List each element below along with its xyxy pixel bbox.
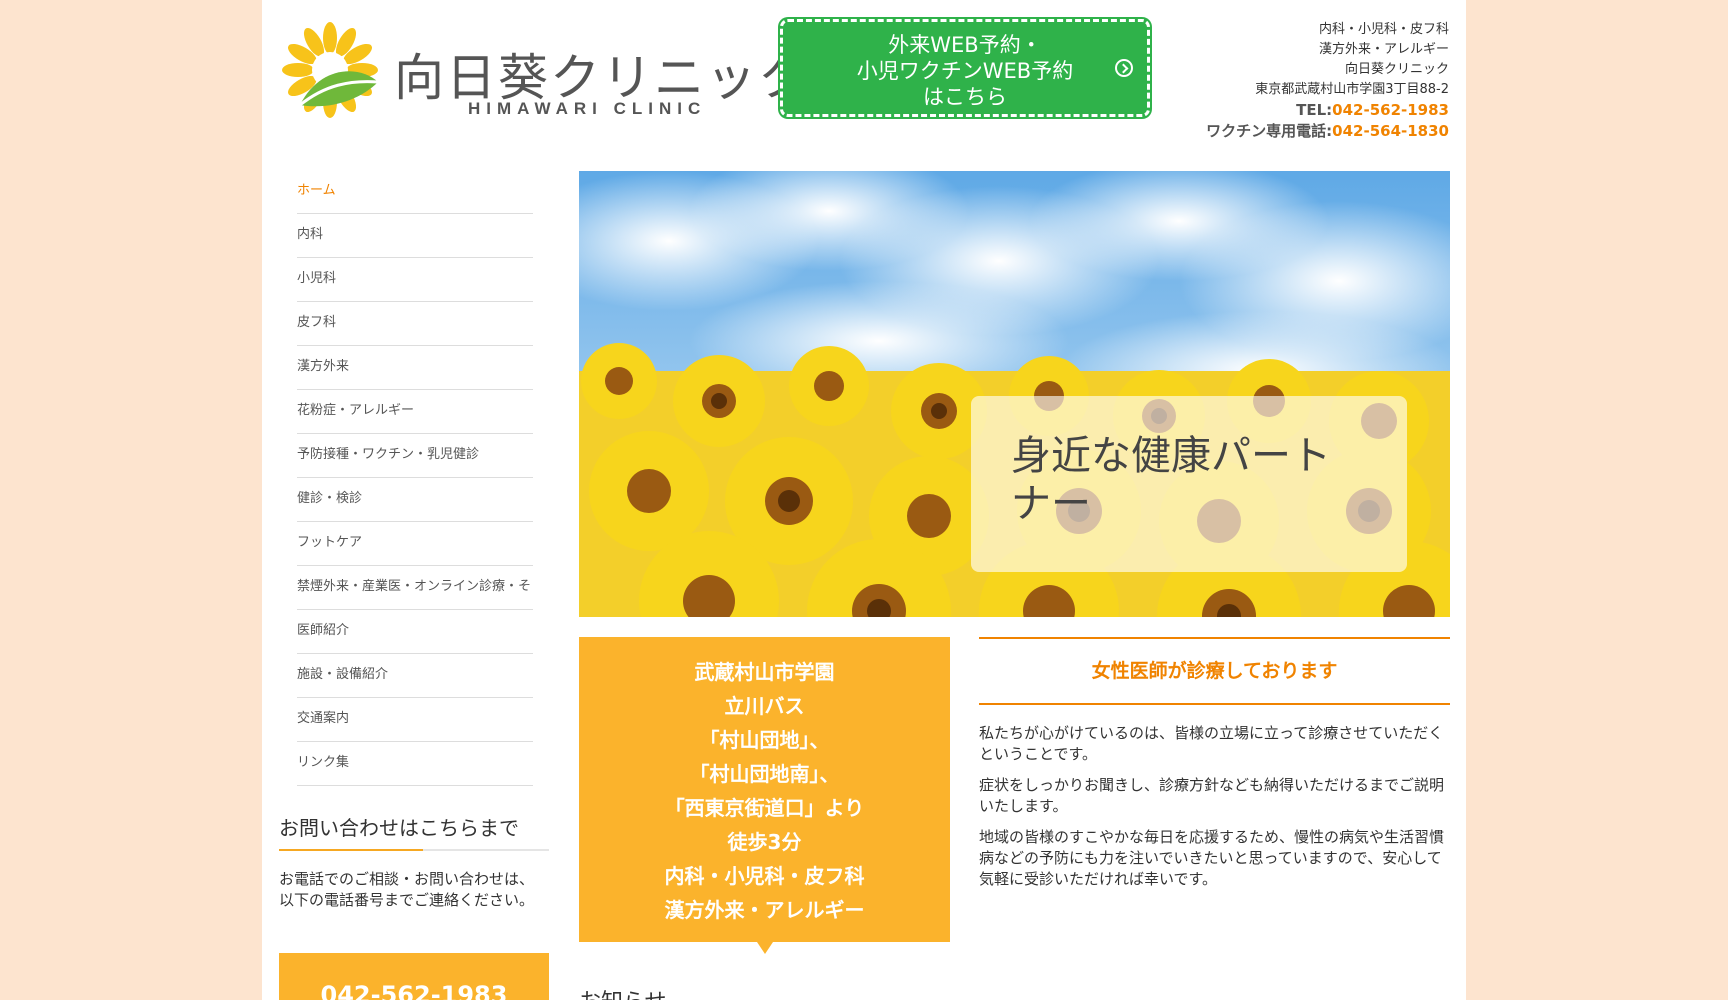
sidebar-nav: ホーム 内科 小児科 皮フ科 漢方外来 花粉症・アレルギー 予防接種・ワクチン・…: [297, 170, 533, 786]
header-info: 内科・小児科・皮フ科 漢方外来・アレルギー 向日葵クリニック 東京都武蔵村山市学…: [1206, 20, 1449, 142]
vaccine-tel-label: ワクチン専用電話:: [1206, 122, 1333, 140]
hero-caption: 身近な健康パートナー: [971, 396, 1407, 572]
chevron-right-circle-icon: [1115, 59, 1133, 77]
access-line: 漢方外来・アレルギー: [664, 898, 865, 922]
nav-item-footcare[interactable]: フットケア: [297, 522, 533, 566]
doctor-text: 私たちが心がけているのは、皆様の立場に立って診療させていただくということです。 …: [979, 723, 1450, 900]
info-departments: 内科・小児科・皮フ科: [1318, 22, 1449, 37]
nav-item-facilities[interactable]: 施設・設備紹介: [297, 654, 533, 698]
contact-tel-button[interactable]: 042-562-1983: [279, 953, 549, 1000]
web-button-line-3: はこちら: [923, 85, 1007, 109]
vaccine-tel-number[interactable]: 042-564-1830: [1332, 122, 1449, 140]
nav-item-dermatology[interactable]: 皮フ科: [297, 302, 533, 346]
sunflower-logo-icon: [282, 22, 379, 118]
news-title: お知らせ: [579, 984, 667, 1000]
web-button-line-1: 外来WEB予約・: [888, 33, 1042, 57]
nav-item-smoking-online[interactable]: 禁煙外来・産業医・オンライン診療・そ: [297, 566, 533, 610]
page: 向日葵クリニック HIMAWARI CLINIC 外来WEB予約・ 小児ワクチン…: [262, 0, 1466, 1000]
access-line: 武蔵村山市学園: [694, 660, 835, 684]
web-button-line-2: 小児ワクチンWEB予約: [856, 59, 1074, 83]
nav-item-checkup[interactable]: 健診・検診: [297, 478, 533, 522]
doctor-heading: 女性医師が診療しております: [979, 637, 1450, 705]
doctor-paragraph: 私たちが心がけているのは、皆様の立場に立って診療させていただくということです。: [979, 724, 1444, 763]
nav-item-vaccination[interactable]: 予防接種・ワクチン・乳児健診: [297, 434, 533, 478]
access-line: 「西東京街道口」より: [664, 796, 865, 820]
doctor-paragraph: 地域の皆様のすこやかな毎日を応援するため、慢性の病気や生活習慣病などの予防にも力…: [979, 828, 1445, 888]
nav-item-internal-medicine[interactable]: 内科: [297, 214, 533, 258]
access-line: 立川バス: [724, 694, 805, 718]
access-line: 「村山団地南」、: [689, 762, 840, 786]
tel-label: TEL:: [1296, 101, 1333, 119]
contact-text: お電話でのご相談・お問い合わせは、以下の電話番号までご連絡ください。: [279, 870, 535, 909]
logo-text-en: HIMAWARI CLINIC: [468, 99, 707, 118]
nav-item-doctors[interactable]: 医師紹介: [297, 610, 533, 654]
info-clinic-name: 向日葵クリニック: [1344, 62, 1449, 77]
nav-item-allergy[interactable]: 花粉症・アレルギー: [297, 390, 533, 434]
access-line: 徒歩3分: [727, 830, 802, 854]
nav-item-kampo[interactable]: 漢方外来: [297, 346, 533, 390]
nav-item-home[interactable]: ホーム: [297, 170, 533, 214]
vaccine-tel-line: ワクチン専用電話:042-564-1830: [1206, 121, 1449, 142]
contact-title: お問い合わせはこちらまで: [279, 812, 549, 851]
tel-line: TEL:042-562-1983: [1206, 100, 1449, 121]
hero-banner: 身近な健康パートナー: [579, 171, 1450, 617]
info-departments-2: 漢方外来・アレルギー: [1318, 42, 1449, 57]
nav-item-pediatrics[interactable]: 小児科: [297, 258, 533, 302]
doctor-paragraph: 症状をしっかりお聞きし、診療方針なども納得いただけるまでご説明いたします。: [979, 776, 1445, 815]
info-address: 東京都武蔵村山市学園3丁目88-2: [1255, 82, 1449, 97]
access-box: 武蔵村山市学園 立川バス 「村山団地」、 「村山団地南」、 「西東京街道口」より…: [579, 637, 950, 954]
access-line: 「村山団地」、: [699, 728, 830, 752]
nav-item-access[interactable]: 交通案内: [297, 698, 533, 742]
access-line: 内科・小児科・皮フ科: [664, 864, 865, 888]
tel-number[interactable]: 042-562-1983: [1332, 101, 1449, 119]
web-reservation-button[interactable]: 外来WEB予約・ 小児ワクチンWEB予約 はこちら: [780, 19, 1150, 117]
clinic-logo[interactable]: 向日葵クリニック HIMAWARI CLINIC: [280, 20, 808, 120]
nav-item-links[interactable]: リンク集: [297, 742, 533, 786]
